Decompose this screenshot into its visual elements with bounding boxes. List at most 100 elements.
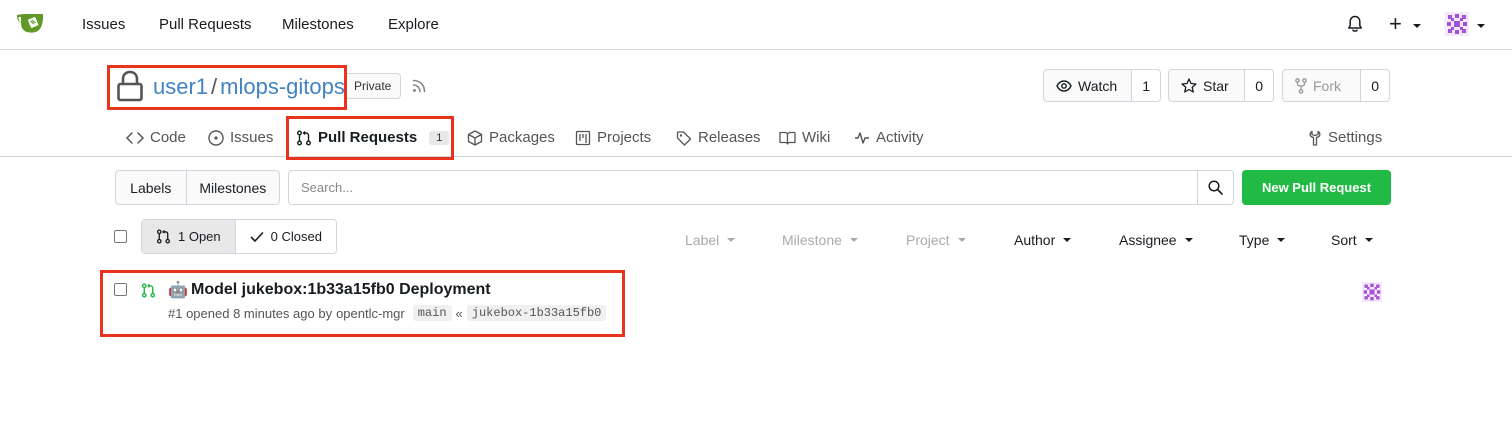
chevron-down-icon: [1184, 238, 1193, 242]
tab-settings[interactable]: Settings: [1308, 129, 1382, 146]
tab-wiki[interactable]: Wiki: [779, 129, 830, 146]
labels-button[interactable]: Labels: [116, 171, 186, 204]
label-filter-text: Label: [685, 232, 720, 248]
sort-dropdown[interactable]: Sort: [1331, 232, 1373, 248]
avatar[interactable]: [1445, 12, 1469, 36]
private-badge: Private: [344, 73, 402, 99]
tab-issues[interactable]: Issues: [208, 129, 273, 146]
issue-meta-text: #1 opened 8 minutes ago by: [168, 305, 333, 321]
assignee-filter-text: Assignee: [1119, 232, 1177, 248]
labels-milestones-group: Labels Milestones: [115, 170, 280, 205]
tab-projects[interactable]: Projects: [575, 129, 651, 146]
assignee-filter-dropdown[interactable]: Assignee: [1119, 232, 1193, 248]
issue-author-link[interactable]: opentlc-mgr: [336, 306, 405, 321]
package-icon: [467, 129, 483, 146]
bell-icon[interactable]: [1347, 15, 1363, 33]
lock-icon: [117, 70, 143, 102]
issue-meta: #1 opened 8 minutes ago by opentlc-mgr m…: [168, 305, 607, 321]
merge-direction-icon: «: [455, 305, 463, 321]
new-pull-request-button[interactable]: New Pull Request: [1242, 170, 1391, 205]
star-label: Star: [1203, 77, 1229, 94]
project-icon: [575, 130, 591, 145]
tab-packages-label: Packages: [489, 129, 555, 146]
star-button-group: Star 0: [1168, 69, 1274, 102]
fork-button-group: Fork 0: [1282, 69, 1390, 102]
target-branch[interactable]: main: [412, 305, 452, 321]
pull-request-icon: [297, 130, 311, 145]
closed-filter-button[interactable]: 0 Closed: [234, 220, 336, 253]
tab-pull-requests-label: Pull Requests: [318, 129, 418, 146]
author-filter-dropdown[interactable]: Author: [1014, 232, 1072, 248]
code-icon: [126, 131, 144, 144]
create-plus-icon[interactable]: +: [1389, 13, 1402, 35]
select-all-checkbox[interactable]: [114, 230, 127, 243]
gitea-logo-icon[interactable]: [16, 11, 46, 35]
open-filter-button[interactable]: 1 Open: [142, 220, 235, 253]
nav-pull-requests[interactable]: Pull Requests: [159, 16, 252, 33]
tab-releases[interactable]: Releases: [676, 129, 761, 146]
state-toggle: 1 Open 0 Closed: [141, 219, 337, 254]
issue-title-link[interactable]: Model jukebox:1b33a15fb0 Deployment: [191, 281, 491, 299]
tool-icon: [1309, 130, 1321, 146]
label-filter-dropdown[interactable]: Label: [685, 232, 736, 248]
check-icon: [250, 231, 263, 242]
book-icon: [779, 131, 796, 145]
search-icon: [1208, 180, 1223, 195]
watch-button-group: Watch 1: [1043, 69, 1161, 102]
chevron-down-icon: [957, 238, 966, 242]
tab-code-label: Code: [150, 129, 186, 146]
source-branch[interactable]: jukebox-1b33a15fb0: [466, 305, 607, 321]
search-button[interactable]: [1197, 171, 1233, 204]
issue-select-checkbox[interactable]: [114, 283, 127, 296]
tab-activity[interactable]: Activity: [854, 129, 924, 146]
tab-code[interactable]: Code: [126, 129, 186, 146]
nav-issues[interactable]: Issues: [82, 16, 125, 33]
tab-packages[interactable]: Packages: [467, 129, 555, 146]
watch-label: Watch: [1078, 77, 1118, 94]
repo-title: user1/mlops-gitops: [153, 74, 345, 100]
tab-pull-requests[interactable]: Pull Requests 1: [296, 129, 450, 146]
nav-explore[interactable]: Explore: [388, 16, 439, 33]
tab-wiki-label: Wiki: [802, 129, 831, 146]
star-icon: [1181, 78, 1197, 93]
list-item: 🤖 Model jukebox:1b33a15fb0 Deployment #1…: [100, 270, 1400, 336]
tab-settings-label: Settings: [1328, 129, 1383, 146]
chevron-down-icon[interactable]: [1477, 24, 1485, 28]
repo-tabs: Code Issues Pull Requests 1 Packages Pro…: [0, 117, 1512, 157]
fork-count[interactable]: 0: [1361, 70, 1389, 101]
robot-emoji-icon: 🤖: [168, 282, 188, 299]
nav-milestones[interactable]: Milestones: [282, 16, 354, 33]
eye-icon: [1056, 79, 1072, 92]
project-filter-dropdown[interactable]: Project: [906, 232, 966, 248]
type-filter-text: Type: [1239, 232, 1270, 248]
sort-text: Sort: [1331, 232, 1357, 248]
star-button[interactable]: Star: [1169, 70, 1246, 101]
avatar[interactable]: [1362, 282, 1382, 302]
fork-button[interactable]: Fork: [1283, 70, 1362, 101]
watch-button[interactable]: Watch: [1044, 70, 1133, 101]
repo-separator: /: [211, 74, 218, 99]
star-count[interactable]: 0: [1245, 70, 1273, 101]
chevron-down-icon[interactable]: [1413, 24, 1421, 28]
fork-label: Fork: [1313, 77, 1341, 94]
pull-requests-count-badge: 1: [429, 130, 450, 145]
chevron-down-icon: [1063, 238, 1072, 242]
author-filter-text: Author: [1014, 232, 1056, 248]
repo-name-link[interactable]: mlops-gitops: [220, 74, 345, 99]
pulse-icon: [855, 131, 869, 144]
open-count-label: 1 Open: [178, 229, 221, 244]
pull-request-icon: [156, 229, 171, 244]
tab-activity-label: Activity: [876, 129, 924, 146]
watch-count[interactable]: 1: [1132, 70, 1160, 101]
milestones-button[interactable]: Milestones: [185, 171, 279, 204]
type-filter-dropdown[interactable]: Type: [1239, 232, 1286, 248]
pull-request-icon: [141, 283, 156, 298]
top-navbar: Issues Pull Requests Milestones Explore …: [0, 0, 1512, 50]
project-filter-text: Project: [906, 232, 950, 248]
milestone-filter-dropdown[interactable]: Milestone: [782, 232, 858, 248]
tag-icon: [676, 130, 692, 146]
repo-owner-link[interactable]: user1: [153, 74, 208, 99]
search-input[interactable]: [289, 171, 1197, 204]
rss-icon[interactable]: [411, 78, 427, 94]
search-box: [288, 170, 1234, 205]
